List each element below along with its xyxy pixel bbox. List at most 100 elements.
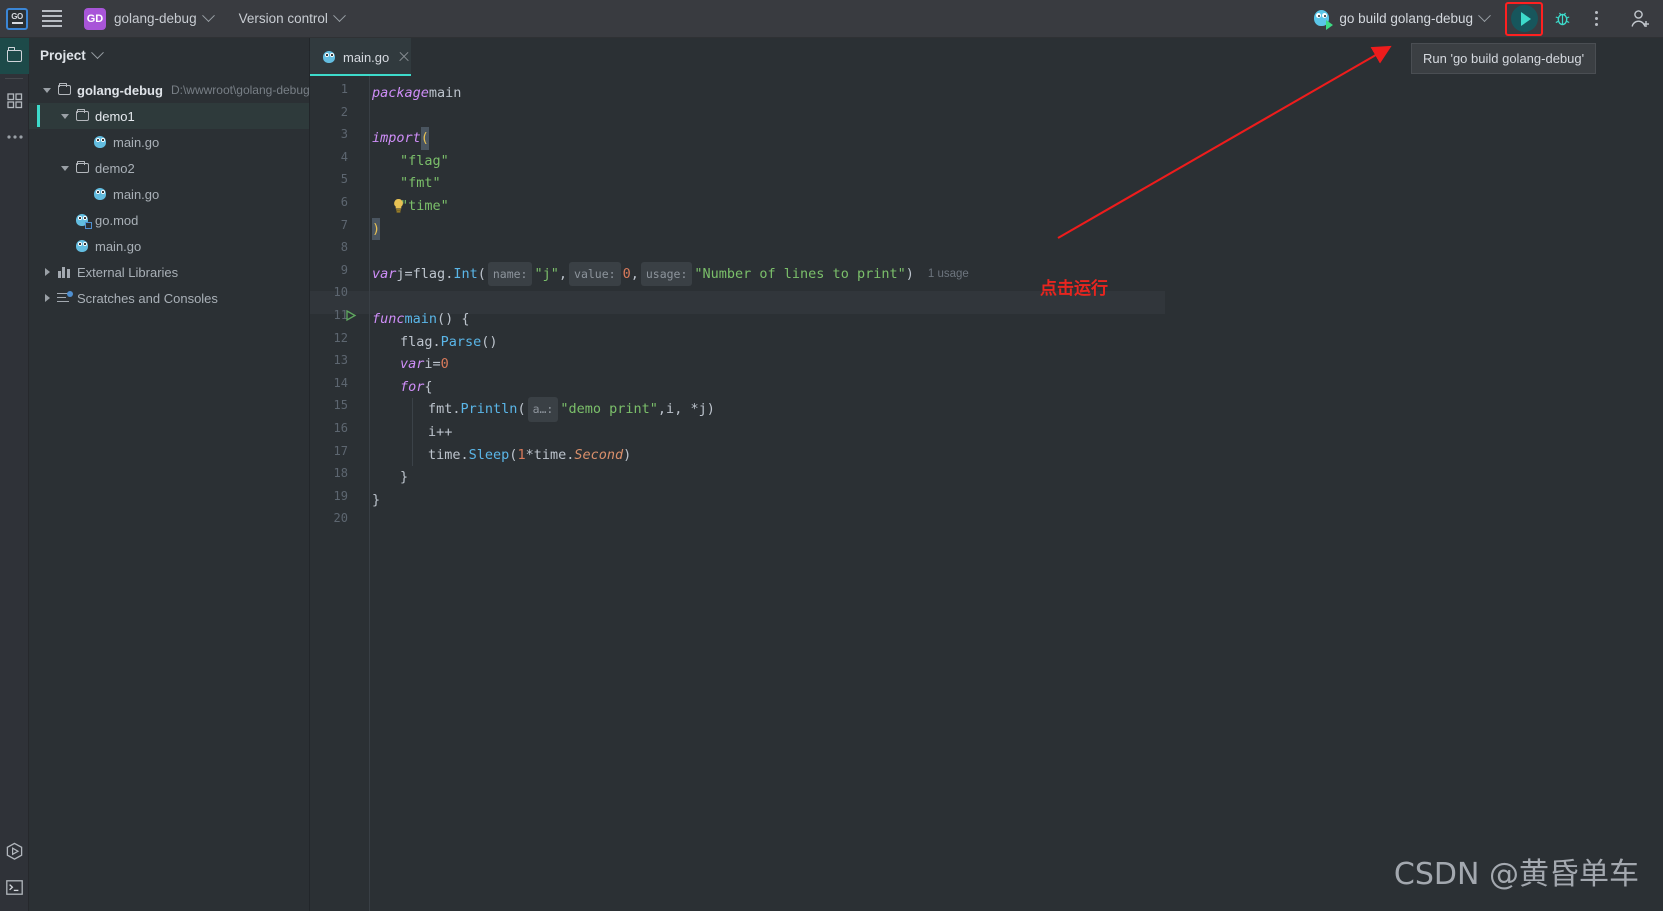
- debug-bug-icon[interactable]: [1549, 4, 1575, 34]
- rail-divider: [5, 78, 23, 79]
- tree-item-golang-debug[interactable]: golang-debug D:\wwwroot\golang-debug: [29, 77, 310, 103]
- project-tree: golang-debug D:\wwwroot\golang-debug demo1…: [29, 72, 310, 311]
- param-hint-usage: usage:: [640, 261, 693, 287]
- tree-item-main-go[interactable]: main.go: [29, 129, 309, 155]
- run-configuration-label: go build golang-debug: [1339, 11, 1473, 26]
- project-name-label: golang-debug: [114, 11, 197, 26]
- line-number: 10: [333, 285, 348, 300]
- structure-grid-icon: [6, 93, 22, 109]
- add-user-icon[interactable]: [1625, 4, 1655, 34]
- go-file-icon: [91, 135, 109, 149]
- callout-text: 点击运行: [1040, 279, 1108, 299]
- version-control-menu[interactable]: Version control: [227, 0, 348, 38]
- tree-item-label: golang-debug: [77, 82, 163, 98]
- tree-item-label: demo2: [95, 160, 135, 176]
- folder-icon: [7, 47, 22, 62]
- project-badge: GD: [84, 7, 106, 30]
- code-line-4: "flag": [400, 152, 449, 169]
- code-line-1: package main: [372, 85, 462, 101]
- version-control-label: Version control: [238, 11, 328, 26]
- tab-main-go[interactable]: main.go: [310, 38, 411, 76]
- more-dots-icon: [6, 135, 23, 139]
- code-editor[interactable]: 1 2 3 4 5 6 7 8 9 10 11 12 13 14 15 16 17 18 19 20 package …: [310, 76, 1663, 911]
- chevron-down-icon: [90, 45, 104, 59]
- line-number: 3: [340, 127, 348, 142]
- chevron-down-icon[interactable]: [57, 113, 73, 119]
- chevron-down-icon: [1478, 9, 1491, 23]
- line-number: 4: [340, 149, 348, 164]
- folder-icon: [55, 82, 73, 95]
- line-number: 7: [340, 217, 348, 232]
- line-number: 13: [333, 353, 348, 368]
- folder-icon: [73, 108, 91, 121]
- gutter-run-icon[interactable]: [344, 309, 357, 325]
- run-button-tooltip: Run 'go build golang-debug': [1411, 43, 1597, 74]
- tree-item-main-go[interactable]: main.go: [29, 233, 309, 259]
- tree-item-label: Scratches and Consoles: [77, 290, 218, 306]
- editor-gutter[interactable]: 1 2 3 4 5 6 7 8 9 10 11 12 13 14 15 16 17 18 19 20: [310, 76, 370, 911]
- line-number: 2: [340, 104, 348, 119]
- code-line-14: for {: [400, 378, 433, 395]
- go-mod-icon: [73, 213, 92, 229]
- tree-item-demo2[interactable]: demo2: [29, 155, 309, 181]
- hamburger-menu-icon[interactable]: [42, 0, 66, 38]
- more-vertical-icon[interactable]: [1585, 4, 1607, 34]
- run-configuration-selector[interactable]: go build golang-debug: [1308, 0, 1493, 38]
- project-panel-header[interactable]: Project: [29, 38, 309, 72]
- editor-area: main.go 1 2 3 4 5 6 7 8 9 10 11 12 13 14 15 16 17 18 19 20 …: [310, 38, 1663, 911]
- go-file-icon: [91, 187, 109, 201]
- code-line-12: flag. Parse(): [400, 333, 498, 350]
- go-file-icon: [73, 239, 91, 253]
- project-selector[interactable]: GD golang-debug: [66, 0, 217, 38]
- rail-more-button[interactable]: [0, 119, 29, 155]
- tree-item-scratches-and-consoles[interactable]: Scratches and Consoles: [29, 285, 309, 311]
- tree-item-path: D:\wwwroot\golang-debug: [170, 83, 310, 97]
- tab-label: main.go: [343, 49, 390, 65]
- tree-item-label: demo1: [95, 108, 135, 124]
- left-tool-rail: [0, 38, 29, 911]
- chevron-down-icon: [201, 9, 215, 23]
- line-number: 16: [333, 421, 348, 435]
- rail-terminal-button[interactable]: [0, 869, 29, 905]
- param-hint-name: name:: [487, 261, 533, 287]
- intention-bulb-icon[interactable]: [392, 198, 405, 221]
- line-number: 20: [333, 511, 348, 526]
- terminal-icon: [6, 879, 23, 895]
- project-panel-title: Project: [40, 47, 86, 63]
- chevron-down-icon: [333, 9, 346, 23]
- code-line-3: import (: [372, 127, 429, 150]
- tree-item-label: External Libraries: [77, 264, 179, 280]
- run-button[interactable]: [1505, 1, 1543, 36]
- chevron-right-icon[interactable]: [39, 294, 55, 302]
- tree-item-demo1[interactable]: demo1: [29, 103, 309, 129]
- code-line-5: "fmt": [400, 175, 441, 192]
- line-number: 12: [333, 330, 348, 345]
- usage-count-label: 1 usage: [927, 267, 969, 280]
- rail-project-button[interactable]: [0, 38, 29, 74]
- line-number: 9: [340, 262, 348, 277]
- line-number: 15: [333, 398, 348, 413]
- tree-item-external-libraries[interactable]: External Libraries: [29, 259, 309, 285]
- chevron-down-icon[interactable]: [39, 87, 55, 93]
- goland-logo-icon: GO: [6, 7, 28, 30]
- main-toolbar: GO GD golang-debug Version control go bu…: [0, 0, 1663, 38]
- project-panel: Project golang-debug D:\wwwroot\golang-de…: [29, 38, 310, 911]
- run-hexagon-icon: [6, 842, 23, 860]
- code-line-17: time. Sleep(1 * time. Second): [428, 446, 632, 463]
- tree-item-go-mod[interactable]: go.mod: [29, 207, 309, 233]
- rail-structure-button[interactable]: [0, 83, 29, 119]
- watermark: CSDN @黄昏单车: [1393, 857, 1639, 892]
- run-play-icon: [1510, 5, 1538, 32]
- chevron-down-icon[interactable]: [57, 165, 73, 171]
- code-line-15: fmt. Println(a…: "demo print", i, * j): [372, 397, 715, 422]
- line-number: 17: [333, 443, 348, 458]
- go-build-config-icon: [1312, 9, 1334, 30]
- go-file-icon: [322, 50, 336, 64]
- rail-run-button[interactable]: [0, 833, 29, 869]
- close-icon[interactable]: [398, 51, 410, 63]
- tree-item-label: main.go: [113, 186, 160, 202]
- tree-item-label: go.mod: [95, 212, 139, 228]
- code-line-19: }: [372, 491, 381, 508]
- tree-item-main-go[interactable]: main.go: [29, 181, 309, 207]
- chevron-right-icon[interactable]: [39, 268, 55, 276]
